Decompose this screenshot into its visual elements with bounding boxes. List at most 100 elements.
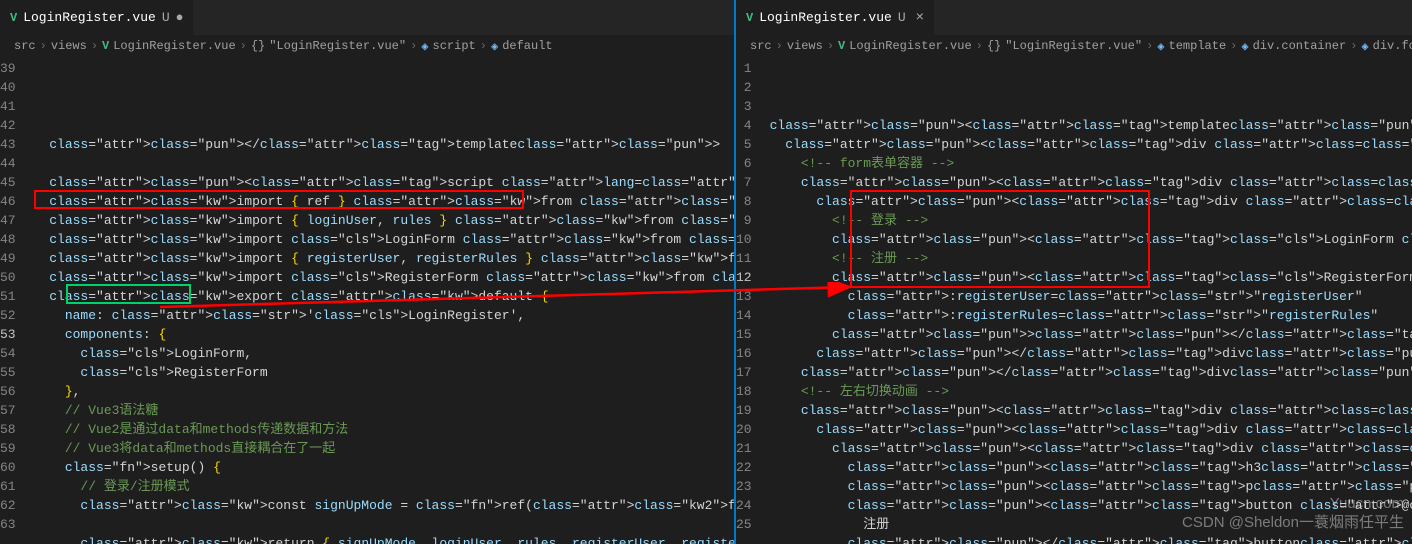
code-line[interactable]: class="attr">class="kw">const signUpMode… xyxy=(34,496,734,515)
line-number: 9 xyxy=(736,211,752,230)
code-line[interactable]: class="attr">class="pun"></class="attr">… xyxy=(34,135,734,154)
code-line[interactable]: <!-- 登录 --> xyxy=(770,211,1412,230)
line-number: 18 xyxy=(736,382,752,401)
code-line[interactable]: class="attr">class="pun"></class="attr">… xyxy=(770,344,1412,363)
tab-filename: LoginRegister.vue xyxy=(23,10,156,25)
code-line[interactable]: class="attr">class="kw">import class="cl… xyxy=(34,230,734,249)
breadcrumb-item[interactable]: views xyxy=(51,39,87,53)
line-number: 8 xyxy=(736,192,752,211)
line-number: 54 xyxy=(0,344,16,363)
code-line[interactable]: <!-- 注册 --> xyxy=(770,249,1412,268)
code-line[interactable]: class="fn">setup() { xyxy=(34,458,734,477)
breadcrumb-icon: ◈ xyxy=(1157,39,1164,54)
line-number: 41 xyxy=(0,97,16,116)
code-line[interactable]: class="attr">class="pun"><class="attr">c… xyxy=(770,439,1412,458)
code-line[interactable]: class="attr">class="pun"><class="attr">c… xyxy=(770,401,1412,420)
code-line[interactable]: class="attr">class="pun">>class="attr">c… xyxy=(770,325,1412,344)
code-line[interactable]: class="cls">RegisterForm xyxy=(34,363,734,382)
tab-dirty-icon: ● xyxy=(176,10,184,25)
line-number: 56 xyxy=(0,382,16,401)
tab-bar: V LoginRegister.vue U ● xyxy=(0,0,734,35)
line-number: 51 xyxy=(0,287,16,306)
breadcrumb-separator: › xyxy=(240,39,247,53)
line-number: 46 xyxy=(0,192,16,211)
code-line[interactable]: <!-- form表单容器 --> xyxy=(770,154,1412,173)
code-line[interactable]: // Vue3将data和methods直接耦合在了一起 xyxy=(34,439,734,458)
code-line[interactable]: class="attr">class="pun"><class="attr">c… xyxy=(770,458,1412,477)
code-line[interactable]: class="attr">class="pun"><class="attr">c… xyxy=(770,192,1412,211)
breadcrumb-item[interactable]: template xyxy=(1169,39,1227,53)
file-tab[interactable]: V LoginRegister.vue U ● xyxy=(0,0,194,35)
code-line[interactable]: class="attr">class="kw">import { ref } c… xyxy=(34,192,734,211)
line-number: 53 xyxy=(0,325,16,344)
code-line[interactable]: class="attr">:registerRules=class="attr"… xyxy=(770,306,1412,325)
code-line[interactable]: class="attr">class="pun"><class="attr">c… xyxy=(770,116,1412,135)
line-number: 25 xyxy=(736,515,752,534)
code-line[interactable]: }, xyxy=(34,382,734,401)
code-line[interactable]: class="attr">class="pun"><class="attr">c… xyxy=(770,496,1412,515)
line-number: 50 xyxy=(0,268,16,287)
code-line[interactable]: 注册 xyxy=(770,515,1412,534)
code-area[interactable]: class="attr">class="pun"></class="attr">… xyxy=(34,57,734,544)
breadcrumb[interactable]: src › views › V LoginRegister.vue › {} "… xyxy=(0,35,734,57)
line-number: 24 xyxy=(736,496,752,515)
code-line[interactable] xyxy=(34,154,734,173)
close-icon[interactable]: × xyxy=(916,10,924,26)
code-line[interactable] xyxy=(34,515,734,534)
code-line[interactable]: <!-- 左右切换动画 --> xyxy=(770,382,1412,401)
breadcrumb-item[interactable]: default xyxy=(502,39,552,53)
code-editor[interactable]: 3940414243444546474849505152535455565758… xyxy=(0,57,734,544)
breadcrumb-item[interactable]: LoginRegister.vue xyxy=(849,39,971,53)
code-area[interactable]: class="attr">class="pun"><class="attr">c… xyxy=(770,57,1412,544)
code-line[interactable]: class="attr">class="pun"><class="attr">c… xyxy=(770,268,1412,287)
vue-icon: V xyxy=(746,11,753,25)
line-number: 1 xyxy=(736,59,752,78)
breadcrumb-item[interactable]: script xyxy=(433,39,476,53)
line-number: 61 xyxy=(0,477,16,496)
line-number: 6 xyxy=(736,154,752,173)
code-line[interactable]: class="attr">class="pun"></class="attr">… xyxy=(770,363,1412,382)
code-line[interactable]: // 登录/注册模式 xyxy=(34,477,734,496)
code-line[interactable]: class="attr">class="pun"></class="attr">… xyxy=(770,534,1412,544)
code-line[interactable]: class="attr">class="kw">return { signUpM… xyxy=(34,534,734,544)
code-line[interactable]: // Vue3语法糖 xyxy=(34,401,734,420)
breadcrumb-item[interactable]: div.container xyxy=(1253,39,1347,53)
breadcrumb-icon: {} xyxy=(251,39,265,53)
code-line[interactable]: class="attr">class="kw">import class="cl… xyxy=(34,268,734,287)
code-line[interactable]: class="attr">class="kw">import { loginUs… xyxy=(34,211,734,230)
breadcrumb-item[interactable]: "LoginRegister.vue" xyxy=(1005,39,1142,53)
code-editor[interactable]: 1234567891011121314151617181920212223242… xyxy=(736,57,1412,544)
code-line[interactable]: class="attr">class="pun"><class="attr">c… xyxy=(770,420,1412,439)
code-line[interactable]: // Vue2是通过data和methods传递数据和方法 xyxy=(34,420,734,439)
breadcrumb-item[interactable]: src xyxy=(14,39,36,53)
breadcrumb-item[interactable]: views xyxy=(787,39,823,53)
line-number: 59 xyxy=(0,439,16,458)
line-number: 4 xyxy=(736,116,752,135)
tab-status: U xyxy=(898,10,906,25)
line-number: 20 xyxy=(736,420,752,439)
file-tab[interactable]: V LoginRegister.vue U × xyxy=(736,0,935,35)
line-number: 43 xyxy=(0,135,16,154)
code-line[interactable]: class="attr">:registerUser=class="attr">… xyxy=(770,287,1412,306)
code-line[interactable]: class="attr">class="pun"><class="attr">c… xyxy=(770,477,1412,496)
line-number: 17 xyxy=(736,363,752,382)
line-number: 55 xyxy=(0,363,16,382)
code-line[interactable]: name: class="attr">class="str">'class="c… xyxy=(34,306,734,325)
line-number: 2 xyxy=(736,78,752,97)
breadcrumb-item[interactable]: src xyxy=(750,39,772,53)
code-line[interactable]: class="attr">class="kw">export class="at… xyxy=(34,287,734,306)
breadcrumb-separator: › xyxy=(1146,39,1153,53)
line-number: 12 xyxy=(736,268,752,287)
code-line[interactable]: class="attr">class="pun"><class="attr">c… xyxy=(770,173,1412,192)
breadcrumb-item[interactable]: "LoginRegister.vue" xyxy=(269,39,406,53)
code-line[interactable]: class="attr">class="kw">import { registe… xyxy=(34,249,734,268)
breadcrumb-item[interactable]: LoginRegister.vue xyxy=(113,39,235,53)
line-gutter: 1234567891011121314151617181920212223242… xyxy=(736,57,770,544)
code-line[interactable]: class="cls">LoginForm, xyxy=(34,344,734,363)
code-line[interactable]: class="attr">class="pun"><class="attr">c… xyxy=(34,173,734,192)
breadcrumb[interactable]: src › views › V LoginRegister.vue › {} "… xyxy=(736,35,1412,57)
code-line[interactable]: components: { xyxy=(34,325,734,344)
code-line[interactable]: class="attr">class="pun"><class="attr">c… xyxy=(770,135,1412,154)
code-line[interactable]: class="attr">class="pun"><class="attr">c… xyxy=(770,230,1412,249)
breadcrumb-item[interactable]: div.form-conta xyxy=(1373,39,1412,53)
